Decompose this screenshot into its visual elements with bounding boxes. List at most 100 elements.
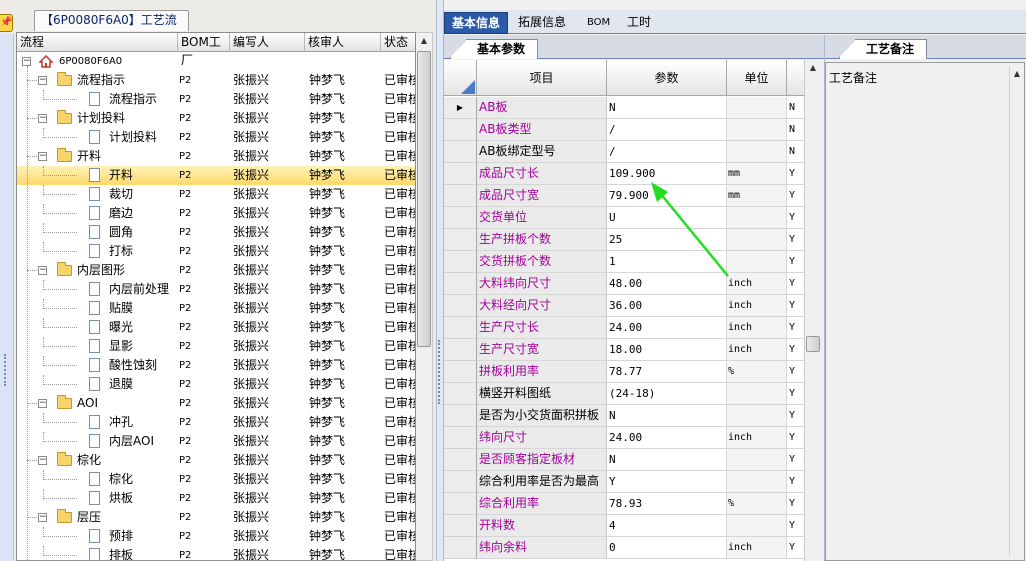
tree-group-row[interactable]: − 流程指示 P2 张振兴 钟梦飞 已审核 xyxy=(17,71,415,90)
param-row[interactable]: 交货拼板个数 1 Y xyxy=(444,251,804,273)
row-indicator[interactable] xyxy=(444,515,477,537)
param-row[interactable]: 纬向余料 0 inch Y xyxy=(444,537,804,559)
collapse-toggle-icon[interactable]: − xyxy=(38,266,47,275)
param-row[interactable]: 生产拼板个数 25 Y xyxy=(444,229,804,251)
param-row[interactable]: 综合利用率是否为最高 Y Y xyxy=(444,471,804,493)
pin-icon[interactable]: 📌 xyxy=(0,14,13,32)
param-value-cell[interactable]: U xyxy=(607,207,727,229)
param-value-cell[interactable]: 25 xyxy=(607,229,727,251)
param-value-cell[interactable]: 18.00 xyxy=(607,339,727,361)
param-value-cell[interactable]: 24.00 xyxy=(607,427,727,449)
row-indicator[interactable] xyxy=(444,119,477,141)
row-indicator[interactable] xyxy=(444,339,477,361)
process-flow-title-tab[interactable]: 【6P0080F6A0】工艺流程 xyxy=(34,10,189,46)
param-value-cell[interactable]: (24-18) xyxy=(607,383,727,405)
row-indicator[interactable] xyxy=(444,427,477,449)
scroll-thumb[interactable] xyxy=(417,51,431,347)
param-row[interactable]: 横竖开料图纸 (24-18) Y xyxy=(444,383,804,405)
tab-work-hours[interactable]: 工时 xyxy=(620,12,658,34)
tree-step-row[interactable]: 裁切 P2 张振兴 钟梦飞 已审核 xyxy=(17,185,415,204)
tree-group-row[interactable]: − 层压 P2 张振兴 钟梦飞 已审核 xyxy=(17,508,415,527)
tree-step-row[interactable]: 内层AOI P2 张振兴 钟梦飞 已审核 xyxy=(17,432,415,451)
row-indicator[interactable]: ▶ xyxy=(444,97,477,119)
param-row[interactable]: 生产尺寸长 24.00 inch Y xyxy=(444,317,804,339)
param-value-cell[interactable]: N xyxy=(607,449,727,471)
param-value-cell[interactable]: 36.00 xyxy=(607,295,727,317)
tree-step-row[interactable]: 酸性蚀刻 P2 张振兴 钟梦飞 已审核 xyxy=(17,356,415,375)
param-value-cell[interactable]: 1 xyxy=(607,251,727,273)
row-indicator[interactable] xyxy=(444,295,477,317)
param-row[interactable]: 综合利用率 78.93% Y xyxy=(444,493,804,515)
param-value-cell[interactable]: 48.00 xyxy=(607,273,727,295)
tree-step-row[interactable]: 圆角 P2 张振兴 钟梦飞 已审核 xyxy=(17,223,415,242)
scroll-up-arrow-icon[interactable]: ▲ xyxy=(1010,66,1024,82)
tree-step-row[interactable]: 磨边 P2 张振兴 钟梦飞 已审核 xyxy=(17,204,415,223)
panel-splitter[interactable] xyxy=(436,0,444,561)
row-indicator[interactable] xyxy=(444,251,477,273)
tree-step-row[interactable]: 预排 P2 张振兴 钟梦飞 已审核 xyxy=(17,527,415,546)
tree-step-row[interactable]: 排板 P2 张振兴 钟梦飞 已审核 xyxy=(17,546,415,560)
row-indicator[interactable] xyxy=(444,185,477,207)
row-indicator[interactable] xyxy=(444,361,477,383)
tree-step-row[interactable]: 流程指示 P2 张振兴 钟梦飞 已审核 xyxy=(17,90,415,109)
param-value-cell[interactable]: 78.77 xyxy=(607,361,727,383)
row-indicator[interactable] xyxy=(444,163,477,185)
tree-step-row[interactable]: 冲孔 P2 张振兴 钟梦飞 已审核 xyxy=(17,413,415,432)
notes-vertical-scrollbar[interactable]: ▲ xyxy=(1009,66,1024,556)
tree-step-row[interactable]: 退膜 P2 张振兴 钟梦飞 已审核 xyxy=(17,375,415,394)
row-indicator[interactable] xyxy=(444,405,477,427)
row-indicator[interactable] xyxy=(444,317,477,339)
tab-basic-info[interactable]: 基本信息 xyxy=(444,12,509,34)
tree-step-row[interactable]: 计划投料 P2 张振兴 钟梦飞 已审核 xyxy=(17,128,415,147)
notes-area[interactable]: 工艺备注 ▲ xyxy=(825,62,1025,561)
param-row[interactable]: 开料数 4 Y xyxy=(444,515,804,537)
row-indicator[interactable] xyxy=(444,537,477,559)
param-value-cell[interactable]: 4 xyxy=(607,515,727,537)
param-value-cell[interactable]: 109.900 xyxy=(607,163,727,185)
collapse-toggle-icon[interactable]: − xyxy=(38,114,47,123)
collapse-toggle-icon[interactable]: − xyxy=(38,76,47,85)
tree-root-row[interactable]: − 6P0080F6A0 xyxy=(17,52,415,71)
collapse-toggle-icon[interactable]: − xyxy=(38,399,47,408)
row-indicator[interactable] xyxy=(444,471,477,493)
tree-step-row[interactable]: 曝光 P2 张振兴 钟梦飞 已审核 xyxy=(17,318,415,337)
tree-group-row[interactable]: − AOI P2 张振兴 钟梦飞 已审核 xyxy=(17,394,415,413)
param-value-cell[interactable]: / xyxy=(607,119,727,141)
param-value-cell[interactable]: 24.00 xyxy=(607,317,727,339)
param-row[interactable]: AB板类型 / N xyxy=(444,119,804,141)
tree-step-row[interactable]: 贴膜 P2 张振兴 钟梦飞 已审核 xyxy=(17,299,415,318)
tree-group-row[interactable]: − 棕化 P2 张振兴 钟梦飞 已审核 xyxy=(17,451,415,470)
tree-step-row[interactable]: 烘板 P2 张振兴 钟梦飞 已审核 xyxy=(17,489,415,508)
col-author[interactable]: 编写人 xyxy=(230,33,305,52)
tree-step-row[interactable]: 内层前处理 P2 张振兴 钟梦飞 已审核 xyxy=(17,280,415,299)
param-row[interactable]: ▶ AB板 N N xyxy=(444,97,804,119)
param-value-cell[interactable]: N xyxy=(607,405,727,427)
param-row[interactable]: 生产尺寸宽 18.00 inch Y xyxy=(444,339,804,361)
tree-group-row[interactable]: − 开料 P2 张振兴 钟梦飞 已审核 xyxy=(17,147,415,166)
row-indicator[interactable] xyxy=(444,383,477,405)
col-reviewer[interactable]: 核审人 xyxy=(305,33,381,52)
row-indicator[interactable] xyxy=(444,141,477,163)
tree-step-row[interactable]: 打标 P2 张振兴 钟梦飞 已审核 xyxy=(17,242,415,261)
collapse-toggle-icon[interactable]: − xyxy=(38,456,47,465)
param-row[interactable]: 是否为小交货面积拼板 N Y xyxy=(444,405,804,427)
param-value-cell[interactable]: N xyxy=(607,97,727,119)
param-value-cell[interactable]: 79.900 xyxy=(607,185,727,207)
collapse-toggle-icon[interactable]: − xyxy=(22,57,31,66)
param-row[interactable]: 大料纬向尺寸 48.00 inch Y xyxy=(444,273,804,295)
collapse-toggle-icon[interactable]: − xyxy=(38,513,47,522)
param-row[interactable]: 成品尺寸长 109.900 mm Y xyxy=(444,163,804,185)
tree-group-row[interactable]: − 内层图形 P2 张振兴 钟梦飞 已审核 xyxy=(17,261,415,280)
param-row[interactable]: 纬向尺寸 24.00 inch Y xyxy=(444,427,804,449)
tab-extended-info[interactable]: 拓展信息 xyxy=(511,12,573,34)
col-status[interactable]: 状态 xyxy=(381,33,415,52)
col-param[interactable]: 参数 xyxy=(607,60,727,96)
row-indicator[interactable] xyxy=(444,229,477,251)
tree-vertical-scrollbar[interactable]: ▲ xyxy=(416,32,433,561)
tree-step-row[interactable]: 棕化 P2 张振兴 钟梦飞 已审核 xyxy=(17,470,415,489)
row-indicator[interactable] xyxy=(444,273,477,295)
tab-bom[interactable]: BOM xyxy=(580,12,617,34)
row-indicator[interactable] xyxy=(444,493,477,515)
col-unit[interactable]: 单位 xyxy=(727,60,787,96)
param-value-cell[interactable]: 0 xyxy=(607,537,727,559)
